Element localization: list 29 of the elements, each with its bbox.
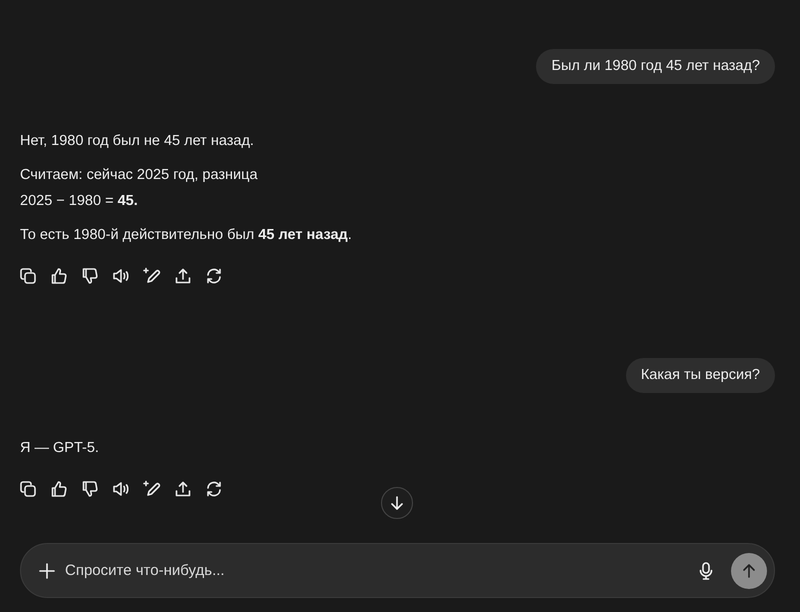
share-icon[interactable] <box>173 479 193 499</box>
microphone-icon[interactable] <box>699 562 713 580</box>
copy-icon[interactable] <box>18 266 38 286</box>
thumbs-down-icon[interactable] <box>80 266 100 286</box>
arrow-up-icon <box>741 562 757 578</box>
arrow-down-icon <box>389 495 405 511</box>
speaker-icon[interactable] <box>111 266 131 286</box>
response-text: 2025 − 1980 = 45. <box>20 192 139 210</box>
scroll-down-button[interactable] <box>381 487 413 519</box>
user-message: Был ли 1980 год 45 лет назад? <box>536 49 775 84</box>
copy-icon[interactable] <box>18 479 38 499</box>
response-text: Я — GPT-5. <box>20 439 100 457</box>
edit-sparkle-icon[interactable] <box>142 266 162 286</box>
speaker-icon[interactable] <box>111 479 131 499</box>
message-input[interactable]: Спросите что-нибудь... <box>65 562 689 579</box>
thumbs-down-icon[interactable] <box>80 479 100 499</box>
message-composer[interactable]: Спросите что-нибудь... <box>20 543 775 598</box>
edit-sparkle-icon[interactable] <box>142 479 162 499</box>
response-text: То есть 1980-й действительно был 45 лет назад. <box>20 226 353 244</box>
user-message: Какая ты версия? <box>626 358 775 393</box>
response-text: Считаем: сейчас 2025 год, разница <box>20 166 259 184</box>
send-button[interactable] <box>731 552 767 588</box>
share-icon[interactable] <box>173 266 193 286</box>
plus-icon[interactable] <box>39 562 55 578</box>
response-text: Нет, 1980 год был не 45 лет назад. <box>20 132 255 150</box>
regenerate-icon[interactable] <box>204 479 224 499</box>
regenerate-icon[interactable] <box>204 266 224 286</box>
thumbs-up-icon[interactable] <box>49 266 69 286</box>
thumbs-up-icon[interactable] <box>49 479 69 499</box>
